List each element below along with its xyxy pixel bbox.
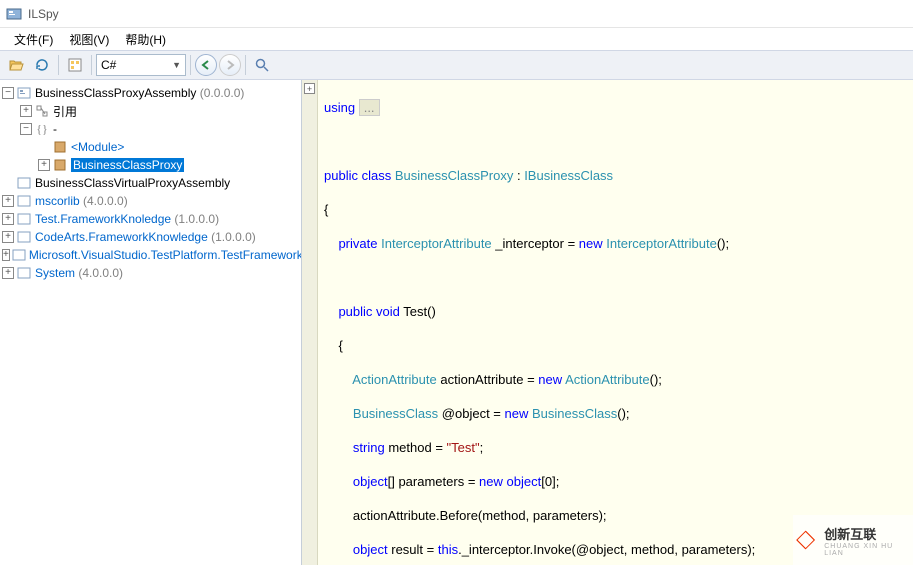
app-icon <box>6 6 22 22</box>
assembly-icon <box>12 247 26 263</box>
code-content: using ... public class BusinessClassProx… <box>320 80 913 565</box>
expander-plus-icon[interactable]: + <box>2 249 10 261</box>
fold-plus-icon[interactable]: + <box>304 83 315 94</box>
references-icon <box>34 103 50 119</box>
tree-node-virtual-assembly[interactable]: BusinessClassVirtualProxyAssembly <box>0 174 301 192</box>
expander-plus-icon[interactable]: + <box>2 195 14 207</box>
expander-plus-icon[interactable]: + <box>38 159 50 171</box>
toolbar-separator <box>91 55 92 75</box>
toolbar: C# ▼ <box>0 50 913 80</box>
toolbar-separator <box>58 55 59 75</box>
menu-view[interactable]: 视图(V) <box>61 29 117 50</box>
expander-plus-icon[interactable]: + <box>2 213 14 225</box>
expander-plus-icon[interactable]: + <box>2 267 14 279</box>
assembly-tree[interactable]: − BusinessClassProxyAssembly (0.0.0.0) +… <box>0 80 302 565</box>
assembly-icon <box>16 265 32 281</box>
open-button[interactable] <box>4 53 28 77</box>
tree-node-module[interactable]: <Module> <box>36 138 301 156</box>
assembly-icon <box>16 193 32 209</box>
tree-node-proxy-class[interactable]: + BusinessClassProxy <box>36 156 301 174</box>
tree-node-mscorlib[interactable]: + mscorlib (4.0.0.0) <box>0 192 301 210</box>
tree-node-assembly[interactable]: − BusinessClassProxyAssembly (0.0.0.0) <box>0 84 301 102</box>
nav-back-button[interactable] <box>195 54 217 76</box>
tree-node-references[interactable]: + 引用 <box>18 102 301 120</box>
assembly-icon <box>16 229 32 245</box>
window-title: ILSpy <box>28 7 59 21</box>
nav-forward-button[interactable] <box>219 54 241 76</box>
tree-node-testfw[interactable]: + Test.FrameworkKnoledge (1.0.0.0) <box>0 210 301 228</box>
class-icon <box>52 139 68 155</box>
tree-node-codearts[interactable]: + CodeArts.FrameworkKnowledge (1.0.0.0) <box>0 228 301 246</box>
assembly-icon <box>16 175 32 191</box>
language-label: C# <box>101 58 116 72</box>
tree-node-mstest[interactable]: + Microsoft.VisualStudio.TestPlatform.Te… <box>0 246 301 264</box>
code-view[interactable]: + using ... public class BusinessClassPr… <box>302 80 913 565</box>
refresh-button[interactable] <box>30 53 54 77</box>
language-select[interactable]: C# ▼ <box>96 54 186 76</box>
expander-minus-icon[interactable]: − <box>2 87 14 99</box>
menubar: 文件(F) 视图(V) 帮助(H) <box>0 28 913 50</box>
namespace-icon: {} <box>34 121 50 137</box>
menu-help[interactable]: 帮助(H) <box>117 29 174 50</box>
titlebar: ILSpy <box>0 0 913 28</box>
assembly-icon <box>16 211 32 227</box>
toolbar-separator <box>245 55 246 75</box>
assembly-icon <box>16 85 32 101</box>
expander-plus-icon[interactable]: + <box>20 105 32 117</box>
main-area: − BusinessClassProxyAssembly (0.0.0.0) +… <box>0 80 913 565</box>
toolbar-separator <box>190 55 191 75</box>
tree-node-namespace[interactable]: − {} - <box>18 120 301 138</box>
expander-minus-icon[interactable]: − <box>20 123 32 135</box>
code-gutter: + <box>302 80 318 565</box>
menu-file[interactable]: 文件(F) <box>6 29 61 50</box>
tree-node-system[interactable]: + System (4.0.0.0) <box>0 264 301 282</box>
assembly-list-button[interactable] <box>63 53 87 77</box>
search-button[interactable] <box>250 53 274 77</box>
expander-plus-icon[interactable]: + <box>2 231 14 243</box>
class-icon <box>52 157 68 173</box>
chevron-down-icon: ▼ <box>172 60 181 70</box>
